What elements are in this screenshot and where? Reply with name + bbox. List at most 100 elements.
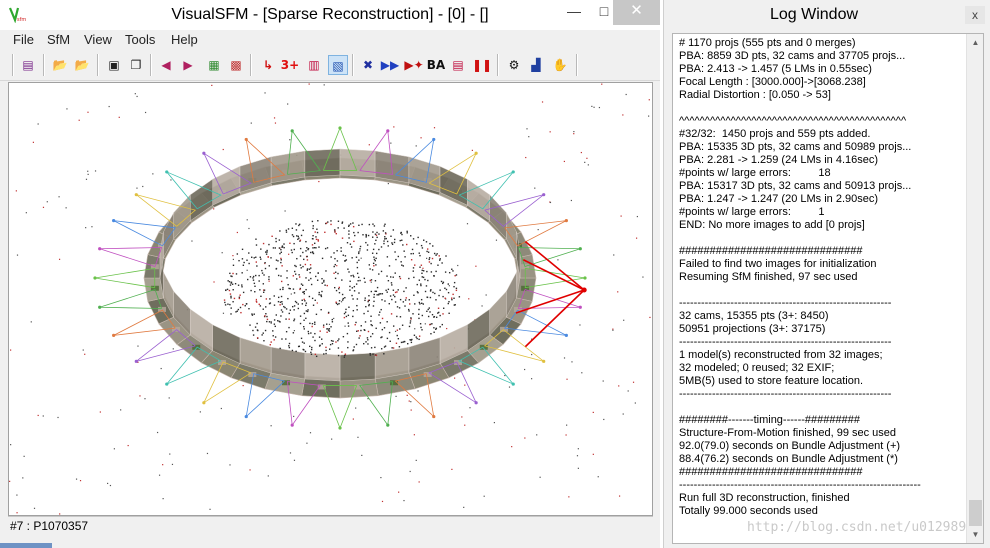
compute-missing-match-icon[interactable]: ✖: [358, 55, 378, 75]
point-cloud-point: [383, 346, 386, 348]
point-cloud-point: [268, 278, 270, 281]
point-cloud-point: [372, 223, 374, 225]
previous-model-icon[interactable]: ◀: [156, 55, 176, 75]
point-cloud-point: [421, 276, 423, 278]
point-cloud-point: [281, 311, 284, 313]
point-cloud-point: [315, 238, 318, 241]
point-cloud-point: [370, 347, 373, 349]
log-close-button[interactable]: x: [965, 6, 985, 24]
compute-3d-reconstruction-icon[interactable]: ▶▶: [380, 55, 400, 75]
menu-tools[interactable]: Tools: [125, 32, 155, 47]
point-cloud-point: [283, 243, 285, 245]
point-cloud-point: [430, 262, 432, 265]
menu-sfm[interactable]: SfM: [47, 32, 70, 47]
show-log-icon[interactable]: ▤: [18, 55, 38, 75]
thumbnails-icon[interactable]: ▥: [304, 55, 324, 75]
point-cloud-point: [256, 337, 259, 339]
sparse-point: [612, 329, 614, 331]
camera-toggle-icon[interactable]: ▧: [328, 55, 348, 75]
settings-gear-icon[interactable]: ⚙: [504, 55, 524, 75]
point-cloud-point: [285, 318, 287, 320]
3d-viewport[interactable]: [8, 82, 653, 516]
point-cloud-point: [352, 298, 354, 300]
sparse-point: [134, 93, 136, 95]
copy-icon[interactable]: ❐: [126, 55, 146, 75]
resume-reconstruction-icon[interactable]: ▶✦: [404, 55, 424, 75]
point-cloud-point: [370, 315, 372, 317]
add-images-icon[interactable]: 📂: [72, 55, 92, 75]
point-cloud-point: [321, 343, 323, 345]
sparse-point: [220, 407, 222, 410]
scroll-down-arrow-icon[interactable]: ▼: [967, 526, 983, 543]
point-cloud-point: [338, 338, 340, 340]
show-matrix-icon[interactable]: ▦: [204, 55, 224, 75]
watermark-text: http://blog.csdn.net/u012989209: [747, 520, 984, 535]
bundle-adjustment-label[interactable]: BA: [426, 55, 446, 75]
point-cloud-point: [281, 301, 283, 303]
sparse-point: [537, 229, 539, 231]
point-cloud-point: [243, 261, 245, 264]
point-cloud-point: [279, 304, 281, 306]
point-cloud-point: [373, 225, 376, 227]
sparse-point: [211, 84, 213, 86]
sparse-point: [162, 498, 164, 500]
sparse-point: [336, 265, 338, 267]
main-titlebar[interactable]: sfm VisualSFM - [Sparse Reconstruction] …: [0, 0, 660, 30]
point-cloud-point: [438, 255, 440, 257]
point-cloud-point: [342, 335, 345, 338]
close-button[interactable]: ✕: [613, 0, 660, 25]
sparse-reconstruction-view[interactable]: [9, 83, 652, 515]
point-cloud-point: [421, 329, 423, 331]
point-cloud-point: [411, 248, 414, 251]
point-cloud-point: [388, 331, 391, 334]
sparse-point: [222, 148, 224, 151]
point-cloud-point: [274, 325, 276, 328]
point-cloud-point: [289, 309, 292, 311]
menu-help[interactable]: Help: [171, 32, 198, 47]
point-cloud-point: [308, 268, 311, 270]
dense-reconstruction-icon[interactable]: ▤: [448, 55, 468, 75]
log-text-area[interactable]: # 1170 projs (555 pts and 0 merges) PBA:…: [672, 33, 984, 544]
pause-icon[interactable]: ❚❚: [472, 55, 492, 75]
minimize-button[interactable]: —: [560, 0, 588, 25]
sparse-point: [581, 372, 583, 374]
sparse-point: [306, 442, 308, 444]
point-cloud-point: [376, 236, 378, 239]
menu-view[interactable]: View: [84, 32, 112, 47]
sparse-point: [524, 368, 526, 371]
axis-tool-icon[interactable]: ↳: [258, 55, 278, 75]
next-model-icon[interactable]: ▶: [178, 55, 198, 75]
point-cloud-point: [380, 308, 382, 311]
log-scrollbar[interactable]: ▲ ▼: [966, 34, 983, 543]
point-cloud-point: [315, 236, 317, 238]
step-icon[interactable]: ▟: [526, 55, 546, 75]
point-cloud-point: [347, 341, 349, 343]
scrollbar-thumb[interactable]: [969, 500, 982, 526]
point-cloud-point: [378, 248, 380, 251]
point-cloud-point: [342, 254, 345, 256]
point-cloud-point: [341, 222, 343, 224]
point-cloud-point: [381, 299, 383, 301]
scroll-up-arrow-icon[interactable]: ▲: [967, 34, 983, 51]
point-cloud-point: [444, 297, 446, 300]
point-cloud-point: [259, 289, 261, 291]
point-cloud-point: [383, 353, 385, 355]
point-cloud-point: [326, 331, 328, 333]
menu-file[interactable]: File: [13, 32, 34, 47]
point-cloud-point: [273, 319, 276, 321]
point-cloud-point: [292, 288, 295, 290]
open-multiple-images-icon[interactable]: 📂: [50, 55, 70, 75]
color-grid-icon[interactable]: ▩: [226, 55, 246, 75]
point-cloud-point: [367, 310, 369, 312]
point-cloud-point: [252, 275, 255, 278]
toolbar-separator: [576, 54, 578, 76]
point-cloud-point: [298, 345, 301, 347]
point-cloud-point: [317, 240, 320, 242]
point-cloud-point: [266, 320, 268, 323]
hand-pan-icon[interactable]: ✋: [550, 55, 570, 75]
save-nvm-icon[interactable]: ▣: [104, 55, 124, 75]
camera-center: [93, 276, 97, 280]
log-titlebar[interactable]: Log Window x: [664, 0, 990, 30]
three-plus-icon[interactable]: 3+: [280, 55, 300, 75]
sparse-point: [113, 448, 115, 450]
